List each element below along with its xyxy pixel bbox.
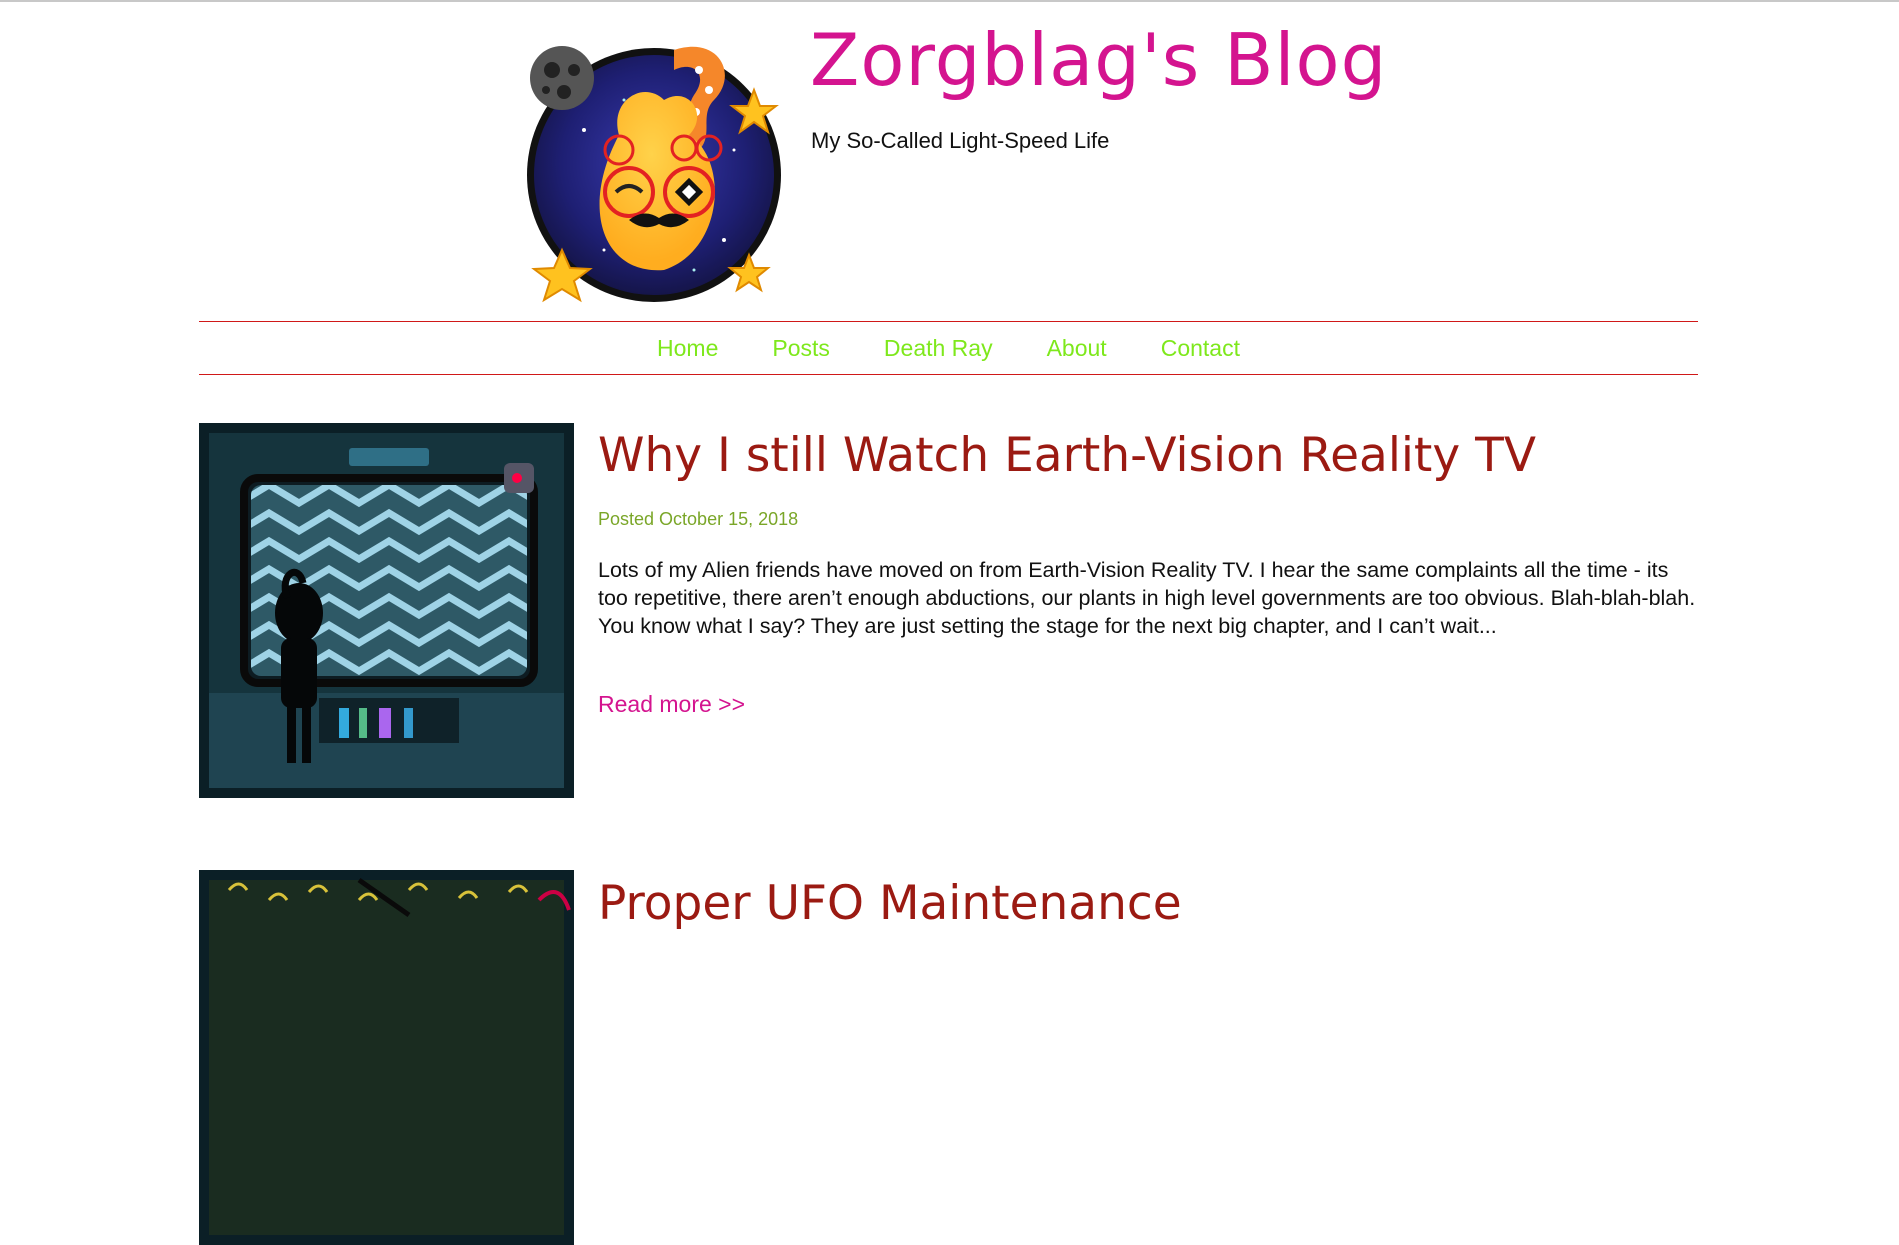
post-date: Posted October 15, 2018 xyxy=(598,509,799,529)
alien-watching-tv-illustration[interactable] xyxy=(199,423,574,798)
nav-death-ray[interactable]: Death Ray xyxy=(884,335,993,362)
post-title[interactable]: Why I still Watch Earth-Vision Reality T… xyxy=(598,428,1536,483)
nav-posts[interactable]: Posts xyxy=(772,335,830,362)
post-excerpt: Lots of my Alien friends have moved on f… xyxy=(598,558,1696,638)
post-title[interactable]: Proper UFO Maintenance xyxy=(598,876,1182,931)
nav-about[interactable]: About xyxy=(1047,335,1107,362)
alien-avatar-logo[interactable] xyxy=(524,40,794,310)
site-subtitle: My So-Called Light-Speed Life xyxy=(811,128,1110,153)
nav-bottom-divider xyxy=(199,374,1698,375)
read-more-link[interactable]: Read more >> xyxy=(598,691,745,718)
nav-contact[interactable]: Contact xyxy=(1161,335,1240,362)
main-nav: Home Posts Death Ray About Contact xyxy=(199,322,1698,374)
browser-top-rule xyxy=(0,0,1899,2)
site-title[interactable]: Zorgblag's Blog xyxy=(810,18,1387,102)
ufo-illustration[interactable] xyxy=(199,870,574,1245)
nav-home[interactable]: Home xyxy=(657,335,718,362)
